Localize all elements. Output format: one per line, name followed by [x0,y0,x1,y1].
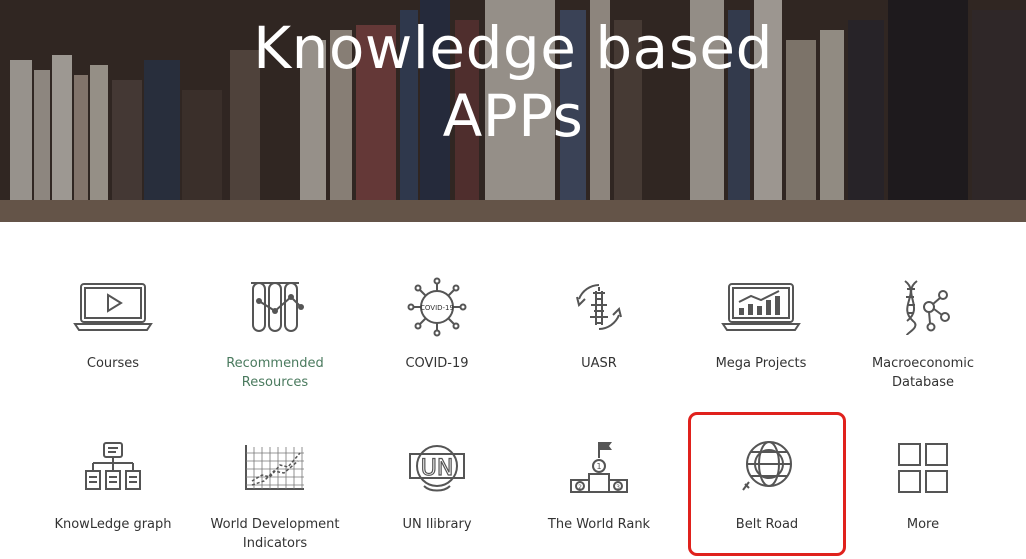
pagoda-cycle-icon [559,274,639,340]
hero-title-line-2: APPs [442,82,584,150]
grid-trend-icon [235,435,315,501]
app-tile-macroeconomic-database[interactable]: Macroeconomic Database [842,262,1004,400]
podium-first-place-text: 1 [596,462,601,471]
virus-icon-text: COVID-19 [420,304,454,312]
app-label: UASR [581,356,617,371]
podium-second-place-text: 2 [578,484,582,491]
app-label: The World Rank [547,517,651,532]
podium-icon: 1 2 3 [559,435,639,501]
globe-icon [727,435,807,501]
app-tile-belt-road[interactable]: Belt Road [688,412,846,556]
tree-chart-icon [73,435,153,501]
app-tile-the-world-rank[interactable]: 1 2 3 The World Rank [518,423,680,559]
app-tile-covid-19[interactable]: COVID-19 COVID-19 [356,262,518,400]
app-tile-recommended-resources[interactable]: Recommended Resources [194,262,356,400]
app-label: COVID-19 [405,356,469,371]
laptop-chart-icon [721,274,801,340]
app-label: Mega Projects [715,356,807,371]
app-tile-uasr[interactable]: UASR [518,262,680,400]
test-tubes-icon [235,274,315,340]
hero-banner: Knowledge based APPs [0,0,1026,222]
app-tile-courses[interactable]: Courses [32,262,194,400]
four-squares-icon [883,435,963,501]
un-emblem-icon: UN [397,435,477,501]
app-tile-more[interactable]: More [842,423,1004,559]
hero-title-line-1: Knowledge based [253,14,773,82]
app-tile-mega-projects[interactable]: Mega Projects [680,262,842,400]
un-emblem-text: UN [421,456,454,481]
app-label: Belt Road [735,517,799,532]
app-label: KnowLedge graph [54,517,172,532]
hero-title: Knowledge based APPs [0,14,1026,150]
app-label: More [906,517,940,532]
app-label: Courses [86,356,140,371]
app-label: UN Ilibrary [402,517,472,532]
app-label: World Development Indicators [210,517,340,551]
virus-icon: COVID-19 [397,274,477,340]
dna-molecule-icon [883,274,963,340]
app-label: Recommended Resources [226,356,324,390]
app-tile-world-development-indicators[interactable]: World Development Indicators [194,423,356,559]
app-label: Macroeconomic Database [871,356,975,390]
app-tile-knowledge-graph[interactable]: KnowLedge graph [32,423,194,559]
app-tile-un-ilibrary[interactable]: UN UN Ilibrary [356,423,518,559]
laptop-video-icon [73,274,153,340]
podium-third-place-text: 3 [616,484,620,491]
